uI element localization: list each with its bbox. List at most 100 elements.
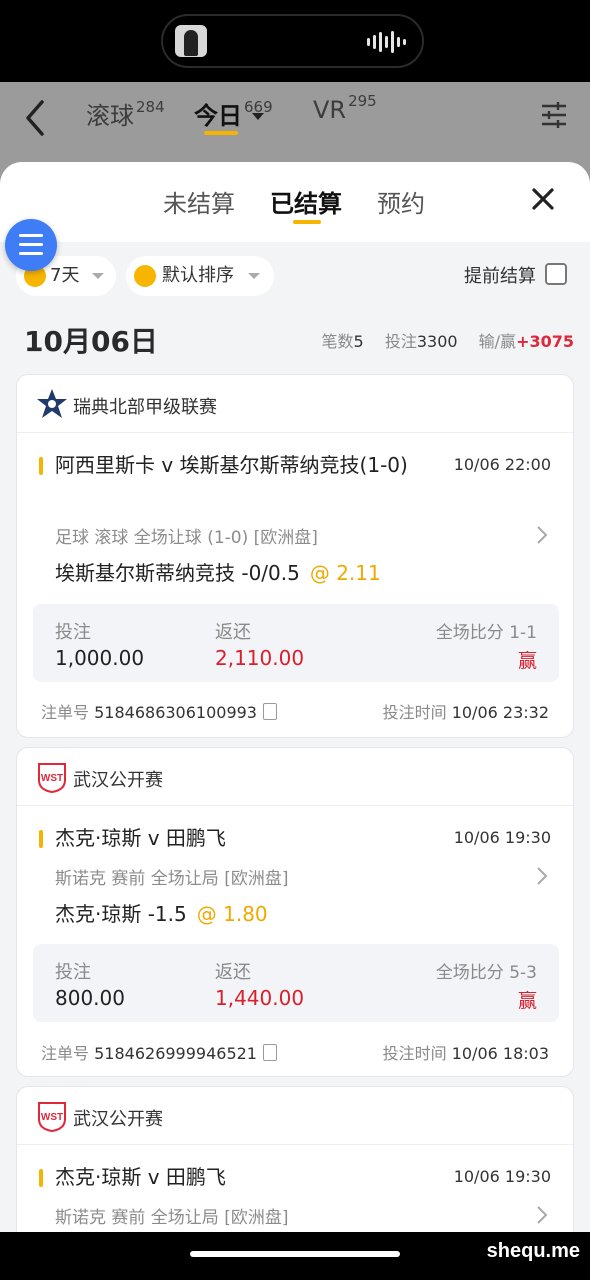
stake-summary: 投注 1,000.00 返还 2,110.00 全场比分 1-1 赢 [33,604,559,682]
copy-icon[interactable] [262,1044,277,1061]
menu-icon[interactable] [5,219,57,271]
logo-text: WST [41,773,63,784]
bet-time-value: 10/06 18:03 [451,1044,549,1063]
nav-tab-vr[interactable]: VR 295 [313,92,377,124]
return-value: 1,440.00 [215,986,305,1010]
bet-time-value: 10/06 23:32 [451,703,549,722]
score: 全场比分 1-1 [436,618,537,643]
match-time: 10/06 19:30 [453,828,551,847]
pnl-value: +3075 [516,332,574,351]
nav-tab-count: 284 [136,98,165,116]
tab-settled[interactable]: 已结算 [270,184,342,219]
tab-unsettled[interactable]: 未结算 [163,184,235,219]
bet-pick: 杰克·琼斯 -1.5 @ 1.80 [55,898,268,927]
nav-tab-label: 滚球 [86,102,134,130]
chevron-right-icon[interactable] [535,1205,549,1225]
order-label: 注单号 [41,1044,90,1063]
order-number: 注单号 5184626999946521 [41,1040,277,1064]
football-league-icon [37,389,67,418]
count-label: 笔数 [321,332,354,351]
sort-filter[interactable]: 默认排序 [126,256,274,296]
tab-active-indicator [293,220,321,224]
bet-meta: 斯诺克 赛前 全场让局 [欧洲盘] [55,869,289,889]
sheet-header: 未结算 已结算 预约 [0,162,590,242]
chevron-down-icon[interactable] [252,113,264,120]
match-indicator [39,1169,43,1187]
check-circle-icon [134,265,156,287]
order-label: 注单号 [41,703,90,722]
back-icon[interactable] [20,98,50,138]
nav-tab-label: 今日 [194,102,242,130]
home-indicator[interactable] [190,1251,400,1257]
match-name: 杰克·琼斯 v 田鹏飞 [55,826,226,850]
copy-icon[interactable] [262,703,277,720]
bet-card[interactable]: 瑞典北部甲级联赛 阿西里斯卡 v 埃斯基尔斯蒂纳竞技(1-0) 10/06 22… [16,374,574,738]
nav-tab-label: VR [313,96,347,124]
audio-wave-icon [367,31,406,53]
result-badge: 赢 [517,990,537,1012]
bottom-bar: shequ.me [0,1232,590,1280]
bet-card[interactable]: WST 武汉公开赛 杰克·琼斯 v 田鹏飞 10/06 19:30 斯诺克 赛前… [16,747,574,1077]
score-label: 全场比分 [435,963,504,983]
tab-reserved[interactable]: 预约 [377,184,425,219]
date-summary: 笔数5 投注3300 输/赢+3075 [322,328,574,352]
league-name: 武汉公开赛 [73,1109,163,1130]
nav-tab-count: 295 [348,92,377,110]
return-label: 返还 [215,962,251,983]
sort-filter-label: 默认排序 [162,265,234,286]
match-time: 10/06 19:30 [453,1167,551,1186]
snooker-league-icon: WST [38,763,66,794]
match-name: 杰克·琼斯 v 田鹏飞 [55,1165,226,1189]
order-value: 5184686306100993 [94,703,257,722]
return-value: 2,110.00 [215,646,305,670]
pick-selection: 杰克·琼斯 -1.5 [55,902,187,926]
score-value: 1-1 [509,623,537,643]
card-header: 瑞典北部甲级联赛 [17,375,573,433]
close-icon[interactable] [528,184,558,214]
status-bar [0,0,590,82]
stake-total-label: 投注 [384,332,417,351]
watermark: shequ.me [486,1240,580,1262]
bet-time: 投注时间 10/06 18:03 [383,1040,549,1064]
match-name: 阿西里斯卡 v 埃斯基尔斯蒂纳竞技(1-0) [55,453,408,477]
score-value: 5-3 [509,963,537,983]
pick-odds: @ 2.11 [309,561,381,585]
league-name: 瑞典北部甲级联赛 [73,397,217,418]
filter-settings-icon[interactable] [540,101,568,129]
card-header: WST 武汉公开赛 [17,1087,573,1145]
match-indicator [39,457,43,475]
stake-summary: 投注 800.00 返还 1,440.00 全场比分 5-3 赢 [33,944,559,1022]
nav-tab-live[interactable]: 滚球 284 [86,96,165,131]
snooker-league-icon: WST [38,1102,66,1133]
bet-pick: 埃斯基尔斯蒂纳竞技 -0/0.5 @ 2.11 [55,557,381,586]
result-badge: 赢 [517,650,537,672]
early-settle-checkbox[interactable] [545,263,567,285]
pick-selection: 埃斯基尔斯蒂纳竞技 -0/0.5 [55,561,300,585]
bet-meta: 足球 滚球 全场让球 (1-0) [欧洲盘] [55,528,318,548]
match-time: 10/06 22:00 [453,455,551,474]
order-number: 注单号 5184686306100993 [41,699,277,723]
stake-label: 投注 [55,622,91,643]
pnl-label: 输/赢 [478,332,517,351]
bet-card[interactable]: WST 武汉公开赛 杰克·琼斯 v 田鹏飞 10/06 19:30 斯诺克 赛前… [16,1086,574,1232]
stake-total-value: 3300 [416,332,458,351]
pick-odds: @ 1.80 [196,902,268,926]
chevron-right-icon[interactable] [535,866,549,886]
days-filter-label: 7天 [50,265,80,286]
league-name: 武汉公开赛 [73,770,163,791]
bet-time-label: 投注时间 [382,1044,447,1063]
bet-history-sheet: 未结算 已结算 预约 7天 默认排序 提前结算 10月06日 笔数5 投注330… [0,162,590,1232]
order-value: 5184626999946521 [94,1044,257,1063]
logo-text: WST [41,1112,63,1123]
bet-time-label: 投注时间 [382,703,447,722]
nav-active-indicator [204,131,238,135]
score-label: 全场比分 [435,623,504,643]
card-header: WST 武汉公开赛 [17,748,573,806]
chevron-right-icon[interactable] [535,525,549,545]
dynamic-island[interactable] [161,14,424,68]
return-label: 返还 [215,622,251,643]
match-indicator [39,830,43,848]
chevron-down-icon [248,273,260,279]
stake-label: 投注 [55,962,91,983]
stake-value: 800.00 [55,986,125,1010]
